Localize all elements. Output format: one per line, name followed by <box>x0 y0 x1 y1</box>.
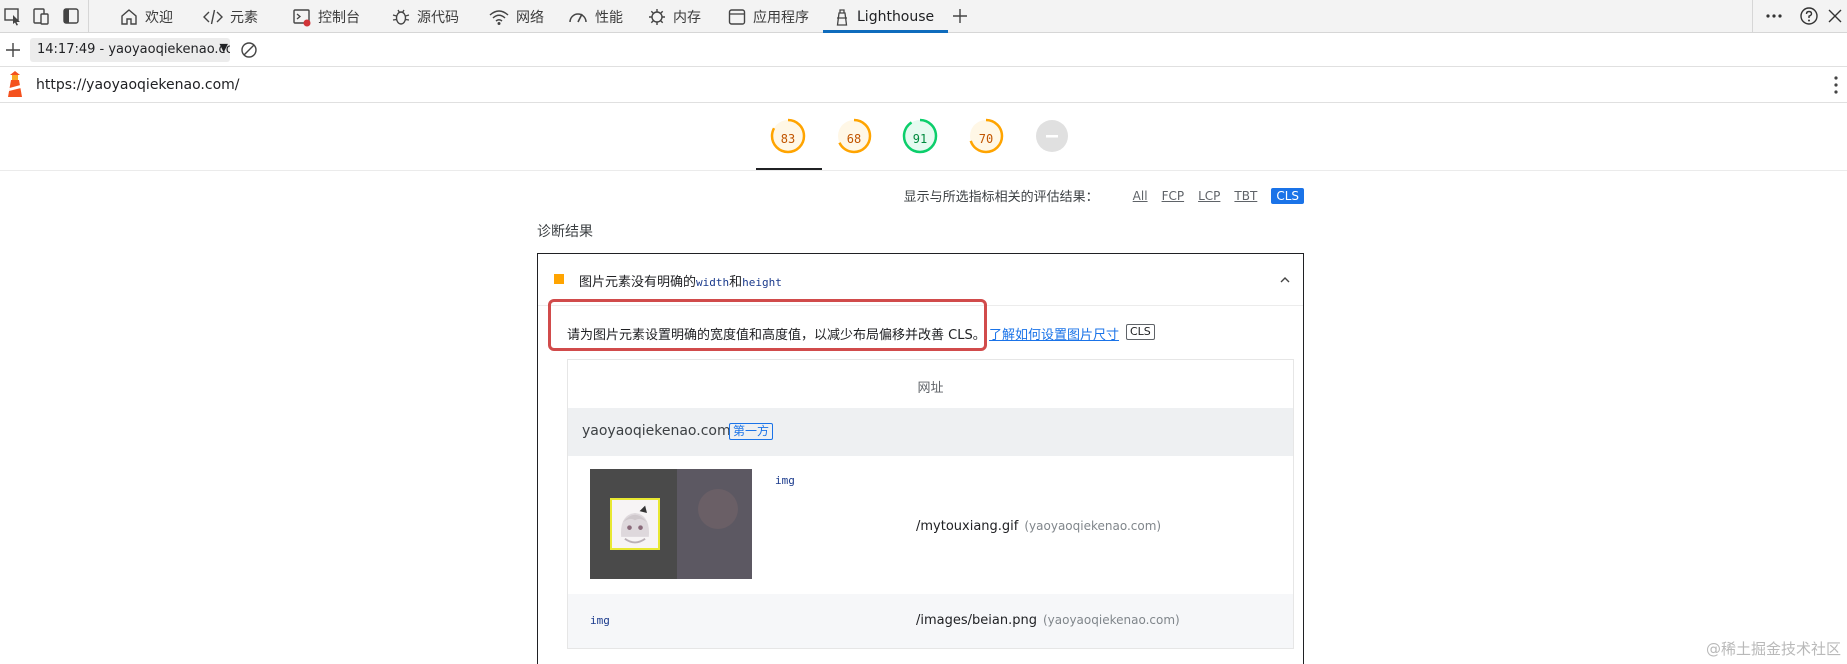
memory-icon <box>649 8 665 25</box>
lighthouse-logo-icon <box>8 71 22 97</box>
tab-performance[interactable]: 性能 <box>567 0 623 33</box>
report-selector-value: 14:17:49 - yaoyaoqiekenao.com <box>37 42 230 57</box>
report-toolbar: 14:17:49 - yaoyaoqiekenao.com ▼ <box>0 33 1847 67</box>
clear-icon[interactable] <box>239 40 259 60</box>
tab-label: 应用程序 <box>753 9 809 26</box>
console-icon <box>293 8 311 26</box>
score-value: 83 <box>780 132 796 146</box>
caret-down-icon: ▼ <box>219 41 228 54</box>
chevron-up-icon[interactable] <box>1279 274 1291 286</box>
tab-application[interactable]: 应用程序 <box>727 0 809 33</box>
score-value: 91 <box>912 132 928 146</box>
learn-more-link[interactable]: 了解如何设置图片尺寸 <box>989 324 1119 343</box>
score-gauges: 83 68 91 70 <box>0 103 1847 171</box>
table-row: img /images/beian.png (yaoyaoqiekenao.com… <box>568 594 1293 648</box>
score-value: 68 <box>846 132 862 146</box>
node-tag[interactable]: img <box>775 474 795 487</box>
bug-icon <box>392 9 410 25</box>
score-gauge[interactable] <box>1033 117 1071 155</box>
help-icon[interactable] <box>1798 5 1820 27</box>
inspect-element-icon[interactable] <box>2 5 24 27</box>
table-group-row: yaoyaoqiekenao.com 第一方 <box>568 408 1293 456</box>
lighthouse-icon <box>836 8 848 26</box>
score-value: 70 <box>978 132 994 146</box>
filter-chip-lcp[interactable]: LCP <box>1198 189 1220 203</box>
dock-sidebar-icon[interactable] <box>60 5 82 27</box>
row-url[interactable]: /images/beian.png (yaoyaoqiekenao.com) <box>916 613 1180 628</box>
tab-welcome[interactable]: 欢迎 <box>119 0 173 33</box>
element-screenshot <box>590 469 752 579</box>
table-header-url: 网址 <box>917 381 944 396</box>
tab-label: 性能 <box>595 9 623 26</box>
filter-chip-tbt[interactable]: TBT <box>1234 189 1257 203</box>
audit-title: 图片元素没有明确的width和height <box>579 275 782 290</box>
home-icon <box>121 8 137 25</box>
filter-chip-cls[interactable]: CLS <box>1271 187 1304 204</box>
add-tab-icon[interactable] <box>949 5 971 27</box>
url-bar: https://yaoyaoqiekenao.com/ <box>0 67 1847 103</box>
tab-label: 内存 <box>673 9 701 26</box>
device-toolbar-icon[interactable] <box>30 5 52 27</box>
tab-sources[interactable]: 源代码 <box>391 0 459 33</box>
table-row: img /mytouxiang.gif (yaoyaoqiekenao.com) <box>568 456 1293 594</box>
more-tools-icon[interactable] <box>1763 5 1785 27</box>
tab-console[interactable]: 控制台 <box>292 0 360 33</box>
first-party-badge: 第一方 <box>729 423 774 440</box>
devtools-tab-bar: 欢迎 元素 控制台 源代码 网络 性能 内存 应用程序 Lighthouse <box>0 0 1847 33</box>
audit-details-table: 网址 yaoyaoqiekenao.com 第一方 img /mytouxian… <box>567 359 1294 649</box>
filter-label: 显示与所选指标相关的评估结果： <box>903 190 1099 205</box>
group-entity-name: yaoyaoqiekenao.com <box>582 423 731 439</box>
section-title: 诊断结果 <box>537 224 593 240</box>
active-score-indicator <box>756 168 822 170</box>
row-url[interactable]: /mytouxiang.gif (yaoyaoqiekenao.com) <box>916 519 1161 534</box>
metric-filter: 显示与所选指标相关的评估结果： All FCP LCP TBT CLS <box>904 186 1304 205</box>
tab-label: 元素 <box>230 9 258 26</box>
avatar-image <box>610 498 660 550</box>
code-icon <box>203 9 223 24</box>
tab-memory[interactable]: 内存 <box>647 0 701 33</box>
tab-label: 欢迎 <box>145 9 173 26</box>
tab-label: 控制台 <box>318 9 360 26</box>
tab-label: Lighthouse <box>857 8 935 25</box>
report-selector[interactable]: 14:17:49 - yaoyaoqiekenao.com ▼ <box>30 38 230 62</box>
tab-label: 源代码 <box>417 9 459 26</box>
report-url: https://yaoyaoqiekenao.com/ <box>36 77 240 93</box>
audit-unsized-images: 图片元素没有明确的width和height 请为图片元素设置明确的宽度值和高度值… <box>537 253 1304 664</box>
node-tag[interactable]: img <box>590 614 610 627</box>
audit-description: 请为图片元素设置明确的宽度值和高度值，以减少布局偏移并改善 CLS。 <box>567 328 986 343</box>
tab-lighthouse[interactable]: Lighthouse <box>822 0 949 33</box>
filter-chip-all[interactable]: All <box>1133 189 1148 203</box>
metric-tag: CLS <box>1126 324 1155 340</box>
tab-label: 网络 <box>516 9 544 26</box>
more-options-icon[interactable] <box>1833 75 1839 95</box>
app-icon <box>728 8 746 25</box>
tab-elements[interactable]: 元素 <box>202 0 258 33</box>
wifi-icon <box>489 9 509 25</box>
new-report-icon[interactable] <box>3 40 23 60</box>
filter-chip-fcp[interactable]: FCP <box>1162 189 1185 203</box>
watermark: @稀土掘金技术社区 <box>1705 640 1841 658</box>
gauge-icon <box>569 12 587 22</box>
close-icon[interactable] <box>1824 5 1846 27</box>
tab-network[interactable]: 网络 <box>488 0 544 33</box>
warning-square-icon <box>554 274 564 284</box>
